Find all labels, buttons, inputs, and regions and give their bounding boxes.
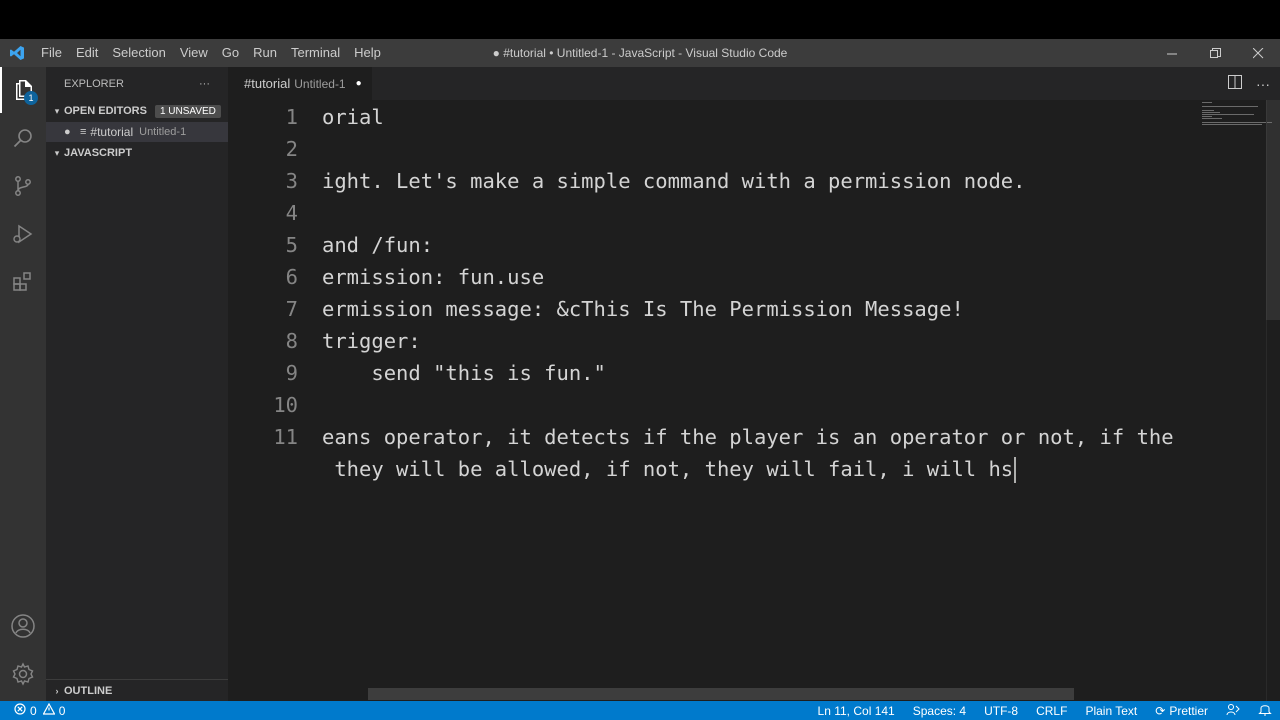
open-editors-label: OPEN EDITORS (64, 105, 147, 117)
line-number: 11 (273, 425, 298, 449)
prettier-status[interactable]: ⟳ Prettier (1155, 704, 1208, 718)
end-of-line[interactable]: CRLF (1036, 704, 1067, 718)
warning-icon (42, 702, 56, 718)
vscode-logo-icon (0, 39, 34, 67)
line-number: 10 (273, 393, 298, 417)
vertical-scrollbar[interactable] (1266, 100, 1280, 701)
line-text: they will be allowed, if not, they will … (322, 453, 1194, 485)
prettier-label: Prettier (1169, 703, 1208, 718)
line-text: send "this is fun." (322, 361, 606, 385)
outline-label: OUTLINE (64, 684, 113, 697)
split-editor-icon[interactable] (1228, 75, 1242, 92)
open-editor-name: #tutorial (90, 125, 134, 139)
source-control-icon[interactable] (0, 163, 46, 209)
video-letterbox-top (0, 0, 1280, 39)
tab-bar: #tutorial Untitled-1 ● ··· (228, 67, 1280, 100)
line-number: 3 (285, 169, 298, 193)
feedback-icon[interactable] (1226, 702, 1240, 719)
line-number: 7 (285, 297, 298, 321)
chevron-down-icon: ▾ (54, 105, 60, 116)
error-count: 0 (30, 703, 37, 718)
language-mode[interactable]: Plain Text (1085, 704, 1137, 718)
menu-view[interactable]: View (173, 39, 215, 67)
open-editor-item[interactable]: ● ≡ #tutorial Untitled-1 (46, 122, 228, 142)
problems-indicator[interactable]: 0 0 (0, 702, 66, 718)
javascript-section[interactable]: ▾ JAVASCRIPT (46, 142, 228, 164)
chevron-down-icon: ▾ (54, 147, 60, 158)
indentation[interactable]: Spaces: 4 (913, 704, 966, 718)
tab-tutorial[interactable]: #tutorial Untitled-1 ● (228, 67, 372, 100)
menu-help[interactable]: Help (347, 39, 388, 67)
line-text: and /fun: (322, 233, 434, 257)
javascript-label: JAVASCRIPT (64, 147, 133, 159)
tab-desc: Untitled-1 (294, 76, 346, 91)
editor-area: #tutorial Untitled-1 ● ··· 1 orial 2 3 igh… (228, 67, 1280, 701)
extensions-icon[interactable] (0, 259, 46, 305)
line-text: ermission message: &cThis Is The Permiss… (322, 297, 964, 321)
code-editor[interactable]: 1 orial 2 3 ight. Let's make a simple comm… (228, 100, 1280, 701)
line-number: 1 (285, 105, 298, 129)
window-controls (1151, 39, 1280, 67)
explorer-sidebar: EXPLORER ··· ▾ OPEN EDITORS 1 UNSAVED ● … (46, 67, 228, 701)
text-cursor (1014, 457, 1017, 483)
line-text: orial (322, 105, 384, 129)
horizontal-scroll-thumb[interactable] (368, 688, 1074, 700)
menu-terminal[interactable]: Terminal (284, 39, 347, 67)
menu-bar: File Edit Selection View Go Run Terminal… (34, 39, 388, 67)
cursor-position[interactable]: Ln 11, Col 141 (818, 704, 895, 718)
unsaved-dot-icon[interactable]: ● (356, 78, 362, 89)
menu-file[interactable]: File (34, 39, 69, 67)
notifications-icon[interactable] (1258, 702, 1272, 719)
dirty-indicator-icon[interactable]: ● (64, 126, 80, 138)
explorer-title: EXPLORER (64, 77, 124, 90)
search-icon[interactable] (0, 115, 46, 161)
chevron-right-icon: › (55, 685, 59, 696)
unsaved-badge: 1 UNSAVED (154, 104, 221, 118)
menu-run[interactable]: Run (246, 39, 284, 67)
menu-edit[interactable]: Edit (69, 39, 105, 67)
minimize-icon[interactable] (1151, 39, 1194, 67)
line-text: ermission: fun.use (322, 265, 545, 289)
more-actions-icon[interactable]: ··· (199, 78, 210, 90)
line-text: eans operator, it detects if the player … (322, 425, 1174, 449)
line-number: 8 (285, 329, 298, 353)
close-icon[interactable] (1237, 39, 1280, 67)
run-debug-icon[interactable] (0, 211, 46, 257)
outline-section[interactable]: › OUTLINE (46, 679, 228, 701)
plaintext-file-icon: ≡ (80, 126, 87, 138)
line-text: ight. Let's make a simple command with a… (322, 169, 1026, 193)
line-number: 2 (285, 137, 298, 161)
double-check-icon: ⟳ (1155, 703, 1166, 718)
activity-bar: 1 (0, 67, 46, 701)
open-editors-section[interactable]: ▾ OPEN EDITORS 1 UNSAVED (46, 100, 228, 122)
explorer-icon[interactable]: 1 (0, 67, 46, 113)
title-bar: File Edit Selection View Go Run Terminal… (0, 39, 1280, 67)
account-icon[interactable] (0, 603, 46, 649)
line-number: 6 (285, 265, 298, 289)
status-right: Ln 11, Col 141 Spaces: 4 UTF-8 CRLF Plai… (818, 701, 1272, 720)
line-number: 9 (285, 361, 298, 385)
tab-name: #tutorial (244, 76, 291, 91)
vertical-scroll-thumb[interactable] (1266, 100, 1280, 320)
line-text: trigger: (322, 329, 421, 353)
line-number: 4 (285, 201, 298, 225)
open-editor-desc: Untitled-1 (139, 126, 187, 138)
explorer-badge: 1 (24, 91, 38, 105)
encoding[interactable]: UTF-8 (984, 704, 1018, 718)
menu-go[interactable]: Go (215, 39, 246, 67)
gear-icon[interactable] (0, 651, 46, 697)
more-actions-icon[interactable]: ··· (1256, 76, 1270, 92)
menu-selection[interactable]: Selection (105, 39, 172, 67)
wrapped-text: they will be allowed, if not, they will … (322, 457, 1014, 481)
error-icon (14, 703, 26, 718)
editor-actions: ··· (1228, 67, 1270, 100)
line-number: 5 (285, 233, 298, 257)
warning-count: 0 (58, 703, 66, 718)
restore-icon[interactable] (1194, 39, 1237, 67)
status-bar: 0 0 Ln 11, Col 141 Spaces: 4 UTF-8 CRLF … (0, 701, 1280, 720)
explorer-header: EXPLORER ··· (46, 67, 228, 100)
